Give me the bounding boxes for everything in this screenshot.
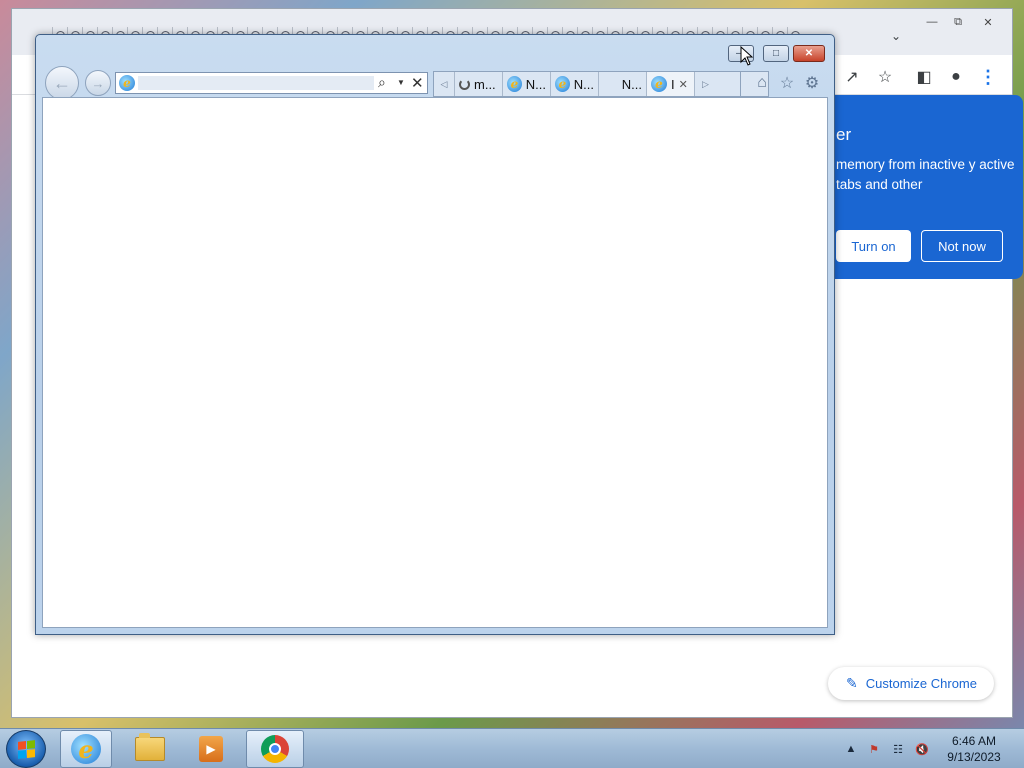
tab-label: N... [525, 76, 546, 92]
more-menu-icon[interactable]: ⋮ [976, 65, 1000, 89]
ie-window: — □ ✕ ← → e ⌕ ▼ ✕ ◁ m... e N... e N... N… [35, 34, 835, 635]
volume-muted-icon[interactable]: 🔇 [914, 741, 930, 757]
chrome-icon [261, 735, 289, 763]
tab-1[interactable]: m... [455, 72, 503, 96]
clock-date: 9/13/2023 [947, 750, 1001, 764]
taskbar: e ▶ ▲ ⚑ ☷ 🔇 6:46 AM 9/13/2023 [0, 728, 1024, 768]
back-button[interactable]: ← [45, 66, 79, 100]
chevron-down-icon[interactable]: ⌄ [886, 26, 906, 46]
media-player-icon: ▶ [199, 736, 223, 762]
clock-time: 6:46 AM [951, 734, 997, 748]
close-tab-icon[interactable]: ✕ [679, 78, 688, 91]
taskbar-internet-explorer[interactable]: e [60, 730, 112, 768]
taskbar-google-chrome[interactable] [246, 730, 304, 768]
tab-scroll-right-icon[interactable]: ▷ [695, 72, 716, 96]
tab-label: N... [573, 76, 594, 92]
star-icon[interactable]: ☆ [873, 65, 897, 89]
ie-icon: e [71, 734, 101, 764]
loading-icon [459, 78, 470, 90]
chrome-close-button[interactable]: ✕ [974, 13, 1002, 31]
tab-label: N... [621, 76, 642, 92]
mouse-cursor-icon [740, 46, 754, 66]
ie-maximize-button[interactable]: □ [763, 45, 789, 62]
dropdown-icon[interactable]: ▼ [397, 78, 405, 87]
ie-tab-bar: ◁ m... e N... e N... N... e I ✕ ▷ [433, 71, 741, 97]
show-hidden-icons-icon[interactable]: ▲ [843, 741, 859, 757]
turn-on-button[interactable]: Turn on [836, 230, 911, 262]
clock[interactable]: 6:46 AM 9/13/2023 [940, 733, 1008, 765]
tab-5-active[interactable]: e I ✕ [647, 72, 695, 96]
ie-icon: e [555, 76, 570, 92]
address-bar[interactable]: e ⌕ ▼ ✕ [115, 72, 428, 94]
tab-scroll-left-icon[interactable]: ◁ [434, 72, 455, 96]
not-now-button[interactable]: Not now [921, 230, 1003, 262]
customize-chrome-button[interactable]: ✎ Customize Chrome [828, 667, 994, 700]
popup-text: memory from inactive y active tabs and o… [836, 157, 1015, 192]
customize-chrome-label: Customize Chrome [865, 676, 977, 691]
forward-button[interactable]: → [85, 70, 111, 96]
tab-label: I [671, 76, 675, 92]
pencil-icon: ✎ [846, 675, 858, 691]
taskbar-windows-explorer[interactable] [124, 730, 176, 768]
taskbar-media-player[interactable]: ▶ [185, 730, 237, 768]
sidebar-icon[interactable]: ◧ [912, 65, 936, 89]
share-icon[interactable]: ↗ [840, 65, 864, 89]
ie-icon: e [507, 76, 522, 92]
tab-label: m... [474, 76, 496, 92]
network-icon[interactable]: ☷ [890, 741, 906, 757]
stop-icon[interactable]: ✕ [411, 74, 424, 92]
chrome-maximize-button[interactable]: ⧉ [944, 13, 972, 31]
tools-icon[interactable]: ⚙ [802, 73, 822, 93]
action-center-icon[interactable]: ⚑ [866, 741, 882, 757]
tab-3[interactable]: e N... [551, 72, 599, 96]
ie-icon: e [651, 76, 667, 92]
ie-close-button[interactable]: ✕ [793, 45, 825, 62]
favorites-icon[interactable]: ☆ [777, 73, 797, 93]
profile-icon[interactable]: ● [944, 65, 968, 89]
ie-icon: e [119, 75, 135, 91]
tab-2[interactable]: e N... [503, 72, 551, 96]
tab-4[interactable]: N... [599, 72, 647, 96]
folder-icon [135, 733, 165, 761]
address-input[interactable] [138, 76, 374, 90]
windows-logo-icon [17, 739, 35, 759]
popup-title: er [836, 125, 852, 144]
start-button[interactable] [6, 730, 46, 768]
home-icon[interactable]: ⌂ [752, 73, 772, 93]
ie-page-content[interactable] [42, 97, 828, 628]
chrome-minimize-button[interactable]: — [918, 13, 946, 31]
memory-saver-popup: er memory from inactive y active tabs an… [826, 95, 1023, 279]
search-icon[interactable]: ⌕ [378, 74, 386, 91]
